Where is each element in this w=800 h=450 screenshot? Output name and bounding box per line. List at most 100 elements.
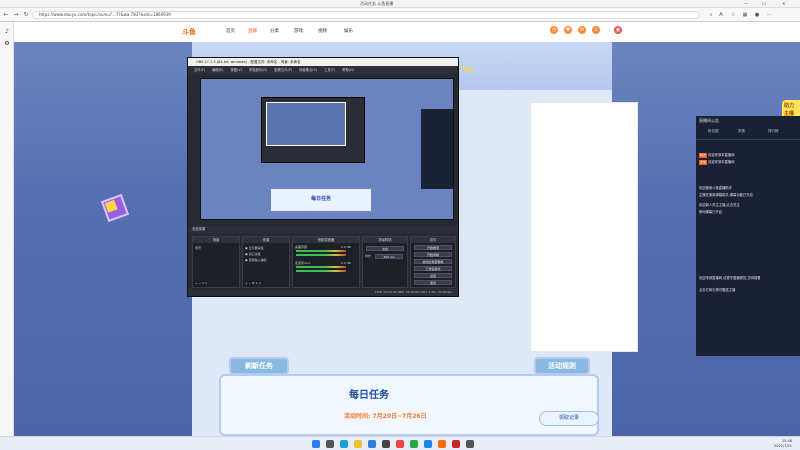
duration-input[interactable]: 300 ms xyxy=(375,254,403,259)
menu-docks[interactable]: 停靠部件(D) xyxy=(249,68,267,72)
search-icon[interactable] xyxy=(326,440,334,448)
taskbar-clock[interactable]: 15:48 2022/7/21 xyxy=(774,439,792,449)
edge-icon[interactable] xyxy=(340,440,348,448)
nested-preview xyxy=(266,102,346,146)
menu-help[interactable]: 帮助(H) xyxy=(342,68,354,72)
mixer-mic-label: 麦克风/Aux xyxy=(295,261,311,265)
settings-button[interactable]: 设置 xyxy=(414,273,452,278)
obs-source-bar: 未选择源 xyxy=(188,226,458,233)
menu-scene-collection[interactable]: 场景集合(S) xyxy=(299,68,317,72)
tab-fans[interactable]: 粉丝团 xyxy=(708,129,719,134)
start-icon[interactable] xyxy=(312,440,320,448)
nav-live[interactable]: 直播 xyxy=(248,28,257,34)
source-item[interactable]: ▣ 窗口采集 xyxy=(245,252,261,256)
scenes-add-icon[interactable]: + − ∧ ∨ xyxy=(195,281,207,285)
forward-icon[interactable]: → xyxy=(12,11,20,19)
chat-message: 房间弹幕已开启 xyxy=(699,210,723,214)
nav-category[interactable]: 分类 xyxy=(270,28,279,34)
site-navbar: 斗鱼 首页 直播 分类 游戏 视频 娱乐 ◷ ♥ ✉ ↓ ◉ xyxy=(14,22,800,42)
chat-message: 欢迎使用斗鱼直播助手 xyxy=(699,186,732,190)
tab-rank[interactable]: 排行榜 xyxy=(768,129,779,134)
close-button[interactable]: ✕ xyxy=(782,1,785,6)
back-icon[interactable]: ← xyxy=(2,11,10,19)
source-item[interactable]: ▣ 显示器采集 xyxy=(245,246,264,250)
preview-daily-task: 每日任务 xyxy=(271,189,371,211)
obs-menu-bar: 文件(F) 编辑(E) 视图(V) 停靠部件(D) 配置文件(P) 场景集合(S… xyxy=(188,66,458,74)
transition-select[interactable]: 淡出 xyxy=(366,246,404,251)
follow-icon[interactable]: ♥ xyxy=(564,26,572,34)
browser-sidebar: ♪ ⚙ xyxy=(0,22,14,436)
scene-item[interactable]: 场景 xyxy=(195,246,201,250)
nav-home[interactable]: 首页 xyxy=(226,28,235,34)
cube-decoration xyxy=(100,193,130,223)
daily-task-box xyxy=(219,374,599,436)
address-bar[interactable]: https://www.douyu.com/topic/sumu?...7?&w… xyxy=(32,11,700,19)
source-item[interactable]: ▣ 音频输入捕获 xyxy=(245,258,267,262)
minimize-button[interactable]: — xyxy=(744,1,748,6)
mic-audio-slider[interactable] xyxy=(296,270,346,272)
obs-preview[interactable]: 每日任务 xyxy=(200,78,454,220)
app-icon[interactable] xyxy=(438,440,446,448)
controls-dock: 控件 开始推流 开始录制 启动虚拟摄像机 工作室模式 设置 退出 xyxy=(410,236,456,288)
obs-status-bar: LIVE: 00:00:00 REC: 00:00:00 CPU: 2.4%, … xyxy=(188,289,458,296)
menu-edit[interactable]: 编辑(E) xyxy=(212,68,223,72)
chat-message: 贵族 欢迎来到本直播间 xyxy=(699,160,735,165)
favorite-icon[interactable]: ☆ xyxy=(730,12,736,18)
nav-video[interactable]: 视频 xyxy=(318,28,327,34)
app-icon[interactable] xyxy=(452,440,460,448)
tab-noble[interactable]: 贵族 xyxy=(738,129,745,134)
browser-toolbar: ← → ↻ https://www.douyu.com/topic/sumu?.… xyxy=(0,8,800,22)
download-icon[interactable]: ↓ xyxy=(592,26,600,34)
translate-icon[interactable]: A xyxy=(718,12,724,18)
start-recording-button[interactable]: 开始录制 xyxy=(414,252,452,257)
nav-games[interactable]: 游戏 xyxy=(294,28,303,34)
transitions-title: 场景转场 xyxy=(363,237,407,243)
duration-label: 时长 xyxy=(365,254,372,258)
chat-message: 点击右侧礼物可赠送主播 xyxy=(699,288,736,292)
app-icon[interactable] xyxy=(466,440,474,448)
menu-tools[interactable]: 工具(T) xyxy=(324,68,335,72)
obs-window: OBS 27.1.3 (64-bit, windows) - 配置文件: 未命名… xyxy=(187,57,459,297)
folder-icon[interactable] xyxy=(354,440,362,448)
chat-tabs: 粉丝团 贵族 排行榜 xyxy=(696,126,800,140)
scenes-dock-title: 场景 xyxy=(193,237,239,243)
history-icon[interactable]: ◷ xyxy=(550,26,558,34)
tab-event-rules[interactable]: 活动规则 xyxy=(534,357,590,375)
menu-profile[interactable]: 配置文件(P) xyxy=(274,68,292,72)
studio-mode-button[interactable]: 工作室模式 xyxy=(414,266,452,271)
chat-panel: 直播间公告 粉丝团 贵族 排行榜 粉丝 欢迎来到本直播间 贵族 欢迎来到本直播间… xyxy=(696,116,800,356)
taskbar: 15:48 2022/7/21 xyxy=(0,436,800,450)
mixer-mic-level: 0.0 dB xyxy=(341,261,351,265)
tab-refresh-tasks[interactable]: 刷新任务 xyxy=(229,357,289,375)
menu-view[interactable]: 视图(V) xyxy=(230,68,241,72)
tiktok-icon[interactable]: ♪ xyxy=(3,28,11,36)
browser-title-bar: 活动任务 斗鱼直播 — ☐ ✕ xyxy=(0,0,800,8)
settings-icon[interactable]: ⚙ xyxy=(3,40,11,48)
obs-icon[interactable] xyxy=(382,440,390,448)
collections-icon[interactable]: ▦ xyxy=(742,12,748,18)
message-icon[interactable]: ✉ xyxy=(578,26,586,34)
live-room-panel xyxy=(530,102,638,352)
start-streaming-button[interactable]: 开始推流 xyxy=(414,245,452,250)
avatar[interactable]: ◉ xyxy=(614,26,622,34)
maximize-button[interactable]: ☐ xyxy=(762,1,766,6)
sources-dock-title: 来源 xyxy=(243,237,289,243)
mixer-desktop-label: 桌面音频 xyxy=(295,245,308,249)
nav-entertainment[interactable]: 娱乐 xyxy=(344,28,353,34)
refresh-icon[interactable]: ↻ xyxy=(22,11,30,19)
sources-add-icon[interactable]: + − ⚙ ∧ ∨ xyxy=(245,281,261,285)
exit-button[interactable]: 退出 xyxy=(414,280,452,285)
nested-obs-capture xyxy=(261,97,365,163)
desktop-audio-slider[interactable] xyxy=(296,254,346,256)
douyu-icon[interactable] xyxy=(396,440,404,448)
douyu-logo[interactable]: 斗鱼 xyxy=(182,27,196,37)
store-icon[interactable] xyxy=(368,440,376,448)
menu-file[interactable]: 文件(F) xyxy=(194,68,205,72)
wechat-icon[interactable] xyxy=(410,440,418,448)
profile-icon[interactable]: ● xyxy=(754,12,760,18)
extensions-icon[interactable]: ⋯ xyxy=(766,12,772,18)
qq-icon[interactable] xyxy=(424,440,432,448)
claim-record-button[interactable]: 领取记录 xyxy=(539,411,599,426)
zoom-icon[interactable]: ⌕ xyxy=(708,12,714,18)
virtual-camera-button[interactable]: 启动虚拟摄像机 xyxy=(414,259,452,264)
